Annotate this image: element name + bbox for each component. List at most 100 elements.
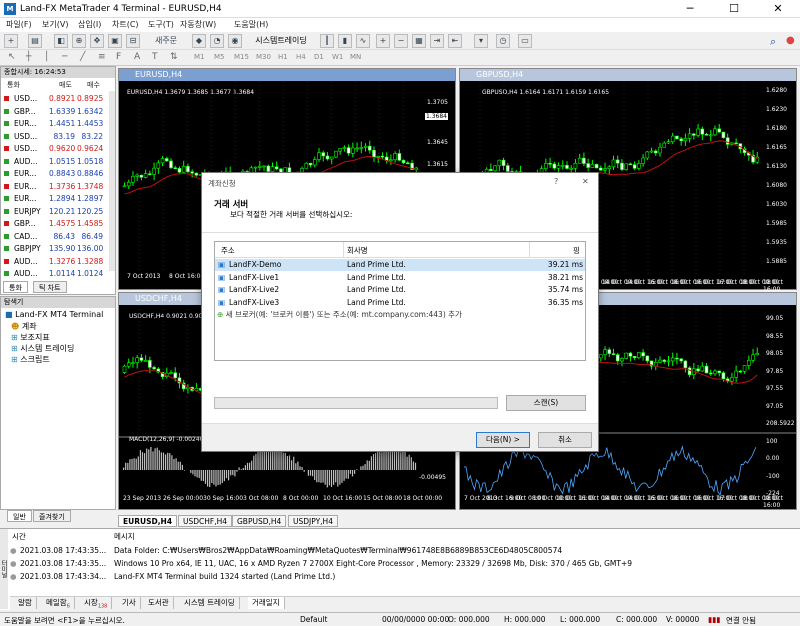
chart-shift-icon[interactable]: ⇤ (448, 34, 462, 48)
add-server-row[interactable]: ⊕ 새 브로커(예: '브로커 이름') 또는 주소(예: mt.company… (217, 309, 462, 320)
market-watch-row[interactable]: AUD... 1.3276 1.3288 (1, 255, 115, 269)
autotrade-button[interactable]: 시스템트레이딩 (246, 34, 316, 48)
options-icon[interactable]: ◔ (210, 34, 224, 48)
market-watch-icon[interactable]: ◧ (54, 34, 68, 48)
menu-view[interactable]: 보기(V) (42, 19, 68, 30)
market-watch-row[interactable]: AUD... 1.0515 1.0518 (1, 155, 115, 169)
vertical-line-icon[interactable]: │ (44, 52, 49, 62)
profiles-icon[interactable]: ▤ (28, 34, 42, 48)
tf-h1[interactable]: H1 (278, 53, 288, 61)
arrows-icon[interactable]: ⇅ (170, 52, 178, 62)
tab-market[interactable]: 시장138 (80, 597, 113, 610)
cursor-icon[interactable]: ↖ (8, 52, 16, 62)
tester-icon[interactable]: ⊟ (126, 34, 140, 48)
candle-chart-icon[interactable]: ▮ (338, 34, 352, 48)
fibo-icon[interactable]: F (116, 52, 121, 62)
tile-windows-icon[interactable]: ▦ (412, 34, 426, 48)
tf-mn[interactable]: MN (350, 53, 361, 61)
tf-m5[interactable]: M5 (214, 53, 225, 61)
cancel-button[interactable]: 취소 (538, 432, 592, 448)
col-address[interactable]: 주소 (221, 245, 235, 256)
tab-news[interactable]: 기사 (118, 597, 141, 609)
tab-tick-chart[interactable]: 틱 차트 (33, 281, 67, 293)
server-row[interactable]: ▣ LandFX-Live3 Land Prime Ltd. 36.35 ms (215, 297, 585, 309)
new-chart-icon[interactable]: + (4, 34, 18, 48)
chart-tab-usdchf[interactable]: USDCHF,H4 (178, 515, 233, 527)
nav-item-scripts[interactable]: ⊞ 스크립트 (11, 354, 50, 365)
history-icon[interactable]: ◉ (228, 34, 242, 48)
tab-common[interactable]: 일반 (7, 510, 32, 522)
indicators-icon[interactable]: ▾ (474, 34, 488, 48)
trendline-icon[interactable]: ╱ (80, 52, 85, 62)
market-watch-row[interactable]: USD... 83.19 83.22 (1, 130, 115, 144)
nav-item-indicators[interactable]: ⊞ 보조지표 (11, 332, 50, 343)
text-icon[interactable]: A (134, 52, 140, 62)
chart-tab-eurusd[interactable]: EURUSD,H4 (118, 515, 178, 527)
tab-alerts[interactable]: 알람 (14, 597, 37, 609)
market-watch-row[interactable]: EUR... 1.3736 1.3748 (1, 180, 115, 194)
scan-button[interactable]: 스캔(S) (506, 395, 586, 411)
col-ping[interactable]: 핑 (573, 245, 580, 256)
market-watch-row[interactable]: GBP... 1.6339 1.6342 (1, 105, 115, 119)
market-watch-row[interactable]: EURJPY 120.21 120.25 (1, 205, 115, 219)
crosshair-icon[interactable]: ┼ (26, 52, 31, 62)
market-watch-scrollbar[interactable] (109, 91, 115, 271)
menu-insert[interactable]: 삽입(I) (78, 19, 101, 30)
close-icon[interactable]: ✕ (756, 0, 800, 18)
tab-journal[interactable]: 거래일지 (248, 597, 285, 609)
navigator-icon[interactable]: ✥ (90, 34, 104, 48)
minimize-icon[interactable]: ─ (668, 0, 712, 18)
col-symbol[interactable]: 통화 (7, 79, 20, 91)
line-chart-icon[interactable]: ∿ (356, 34, 370, 48)
market-watch-row[interactable]: EUR... 0.8843 0.8846 (1, 167, 115, 181)
horizontal-line-icon[interactable]: ─ (62, 52, 67, 62)
server-row[interactable]: ▣ LandFX-Live2 Land Prime Ltd. 35.74 ms (215, 284, 585, 296)
tf-m30[interactable]: M30 (256, 53, 271, 61)
journal-row[interactable]: ● 2021.03.08 17:43:35... Windows 10 Pro x6… (10, 558, 795, 570)
community-icon[interactable]: ● (786, 35, 795, 46)
menu-tools[interactable]: 도구(T) (148, 19, 174, 30)
tf-w1[interactable]: W1 (332, 53, 343, 61)
chart-tab-usdjpy[interactable]: USDJPY,H4 (288, 515, 338, 527)
data-window-icon[interactable]: ⊕ (72, 34, 86, 48)
tf-m1[interactable]: M1 (194, 53, 205, 61)
market-watch-row[interactable]: GBPJPY 135.90 136.00 (1, 242, 115, 256)
menu-window[interactable]: 자동창(W) (180, 19, 216, 30)
market-watch-row[interactable]: USD... 0.9620 0.9624 (1, 142, 115, 156)
tf-m15[interactable]: M15 (234, 53, 249, 61)
tab-symbols[interactable]: 통화 (3, 281, 28, 293)
help-icon[interactable]: ? (554, 177, 558, 186)
market-watch-row[interactable]: EUR... 1.2894 1.2897 (1, 192, 115, 206)
chart-tab-gbpusd[interactable]: GBPUSD,H4 (232, 515, 287, 527)
col-bid[interactable]: 매도 (59, 79, 72, 91)
journal-row[interactable]: ● 2021.03.08 17:43:34... Land-FX MT4 Termi… (10, 571, 795, 583)
dialog-close-icon[interactable]: ✕ (582, 177, 589, 186)
bar-chart-icon[interactable]: ┃ (320, 34, 334, 48)
templates-icon[interactable]: ▭ (518, 34, 532, 48)
col-ask[interactable]: 매수 (87, 79, 100, 91)
server-row[interactable]: ▣ LandFX-Demo Land Prime Ltd. 39.21 ms (215, 259, 585, 271)
market-watch-row[interactable]: EUR... 1.4451 1.4453 (1, 117, 115, 131)
col-message[interactable]: 메시지 (114, 531, 135, 542)
tf-d1[interactable]: D1 (314, 53, 324, 61)
market-watch-row[interactable]: CAD... 86.43 86.49 (1, 230, 115, 244)
zoom-out-icon[interactable]: − (394, 34, 408, 48)
tab-experts[interactable]: 시스템 트레이딩 (180, 597, 240, 609)
periods-icon[interactable]: ◷ (496, 34, 510, 48)
label-icon[interactable]: T (152, 52, 158, 62)
search-icon[interactable]: ⌕ (770, 35, 776, 49)
menu-chart[interactable]: 차트(C) (112, 19, 139, 30)
menu-help[interactable]: 도움말(H) (234, 19, 268, 30)
maximize-icon[interactable]: ☐ (712, 0, 756, 18)
nav-item-accounts[interactable]: ☻ 계좌 (11, 321, 37, 332)
autoscroll-icon[interactable]: ⇥ (430, 34, 444, 48)
nav-item-experts[interactable]: ⊞ 시스템 트레이딩 (11, 343, 74, 354)
meta-editor-icon[interactable]: ◆ (192, 34, 206, 48)
next-button[interactable]: 다음(N) > (476, 432, 530, 448)
menu-file[interactable]: 파일(F) (6, 19, 32, 30)
tab-mailbox[interactable]: 메일함6 (42, 597, 75, 610)
market-watch-row[interactable]: GBP... 1.4575 1.4585 (1, 217, 115, 231)
tab-library[interactable]: 도서관 (144, 597, 174, 609)
tab-favorites[interactable]: 즐겨찾기 (33, 510, 71, 522)
zoom-in-icon[interactable]: + (376, 34, 390, 48)
